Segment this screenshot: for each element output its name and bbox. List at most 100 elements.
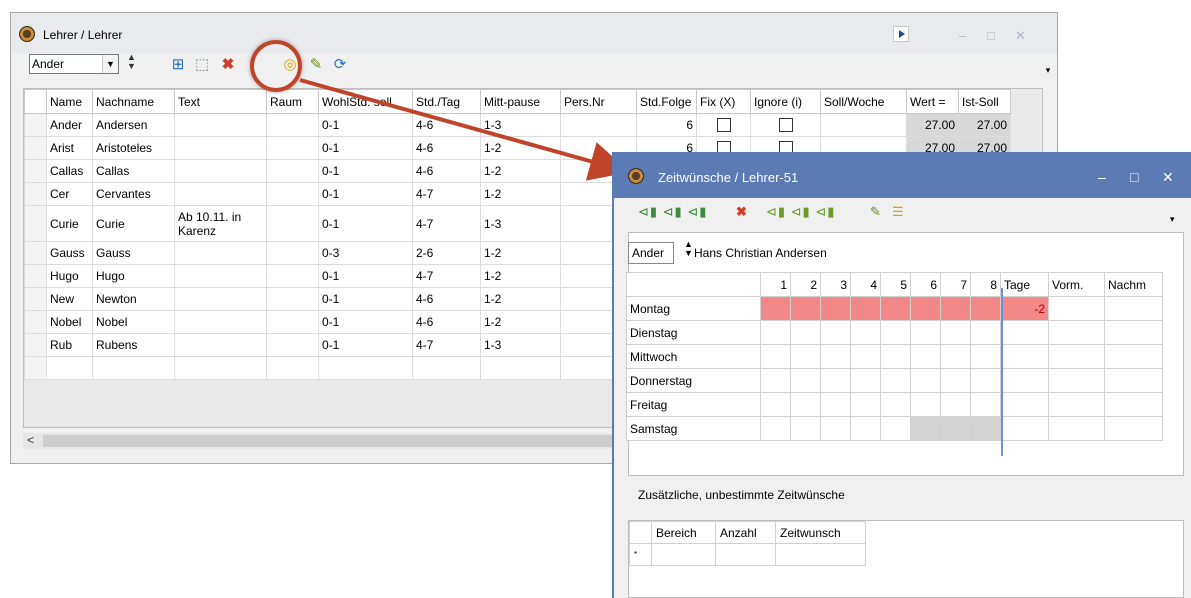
time-slot[interactable] — [760, 344, 791, 369]
day-row[interactable]: Freitag — [626, 392, 1163, 417]
tage-cell[interactable] — [1000, 392, 1049, 417]
vorm-cell[interactable] — [1048, 368, 1105, 393]
tage-cell[interactable] — [1000, 416, 1049, 441]
time-slot[interactable] — [880, 344, 911, 369]
nachm-cell[interactable] — [1104, 368, 1163, 393]
time-slot[interactable] — [760, 296, 791, 321]
time-slot[interactable] — [940, 392, 971, 417]
minimize-icon[interactable]: – — [1098, 169, 1106, 185]
time-slot[interactable] — [820, 296, 851, 321]
time-slot[interactable] — [850, 320, 881, 345]
vorm-cell[interactable] — [1048, 296, 1105, 321]
day-row[interactable]: Mittwoch — [626, 344, 1163, 369]
vorm-cell[interactable] — [1048, 392, 1105, 417]
time-slot[interactable] — [760, 368, 791, 393]
hour-header[interactable]: 1 — [760, 272, 791, 297]
time-slot[interactable] — [940, 344, 971, 369]
zeitwunsch-cell[interactable] — [775, 543, 866, 566]
time-slot[interactable] — [970, 392, 1001, 417]
list-icon[interactable]: ☰ — [892, 203, 905, 221]
col-zeitwunsch[interactable]: Zeitwunsch — [775, 521, 866, 544]
hour-header[interactable]: 2 — [790, 272, 821, 297]
tage-cell[interactable] — [1000, 368, 1049, 393]
time-slot[interactable] — [910, 416, 941, 441]
tage-cell[interactable]: -2 — [1000, 296, 1049, 321]
toolbar-overflow-icon[interactable]: ▾ — [1170, 210, 1176, 228]
day-row[interactable]: Donnerstag — [626, 368, 1163, 393]
hour-header[interactable]: 6 — [910, 272, 941, 297]
nachm-header[interactable]: Nachm — [1104, 272, 1163, 297]
time-slot[interactable] — [940, 320, 971, 345]
time-slot[interactable] — [880, 416, 911, 441]
time-slot[interactable] — [790, 320, 821, 345]
vorm-cell[interactable] — [1048, 416, 1105, 441]
close-icon[interactable]: ✕ — [1162, 169, 1174, 186]
time-slot[interactable] — [790, 392, 821, 417]
time-slot[interactable] — [970, 368, 1001, 393]
time-slot[interactable] — [760, 320, 791, 345]
bereich-cell[interactable] — [651, 543, 716, 566]
tage-header[interactable]: Tage — [1000, 272, 1049, 297]
col-bereich[interactable]: Bereich — [651, 521, 716, 544]
time-slot[interactable] — [940, 368, 971, 393]
hour-header[interactable]: 4 — [850, 272, 881, 297]
time-slot[interactable] — [970, 416, 1001, 441]
time-slot[interactable] — [850, 296, 881, 321]
time-slot[interactable] — [850, 344, 881, 369]
time-slot[interactable] — [940, 416, 971, 441]
teacher-selector[interactable]: Ander — [628, 242, 674, 264]
time-slot[interactable] — [910, 296, 941, 321]
time-slot[interactable] — [880, 320, 911, 345]
vorm-cell[interactable] — [1048, 344, 1105, 369]
tage-cell[interactable] — [1000, 344, 1049, 369]
time-slot[interactable] — [820, 320, 851, 345]
time-slot[interactable] — [970, 296, 1001, 321]
day-row[interactable]: Montag -2 — [626, 296, 1163, 321]
time-slot[interactable] — [910, 392, 941, 417]
vorm-cell[interactable] — [1048, 320, 1105, 345]
time-slot[interactable] — [790, 296, 821, 321]
tage-cell[interactable] — [1000, 320, 1049, 345]
time-slot[interactable] — [850, 416, 881, 441]
prev-group-icon[interactable]: ⊲▮ ⊲▮ ⊲▮ — [638, 203, 707, 221]
maximize-icon[interactable]: □ — [1130, 169, 1138, 185]
time-slot[interactable] — [910, 368, 941, 393]
nachm-cell[interactable] — [1104, 344, 1163, 369]
vorm-header[interactable]: Vorm. — [1048, 272, 1105, 297]
time-slot[interactable] — [970, 344, 1001, 369]
anzahl-cell[interactable] — [715, 543, 776, 566]
nachm-cell[interactable] — [1104, 320, 1163, 345]
hour-header[interactable]: 3 — [820, 272, 851, 297]
time-slot[interactable] — [970, 320, 1001, 345]
day-row[interactable]: Samstag — [626, 416, 1163, 441]
day-row[interactable]: Dienstag — [626, 320, 1163, 345]
time-slot[interactable] — [790, 368, 821, 393]
time-slot[interactable] — [790, 344, 821, 369]
edit-icon[interactable]: ✎ — [870, 203, 882, 221]
time-slot[interactable] — [850, 392, 881, 417]
time-slot[interactable] — [760, 416, 791, 441]
time-slot[interactable] — [880, 368, 911, 393]
delete-icon[interactable]: ✖ — [736, 203, 748, 221]
time-slot[interactable] — [820, 368, 851, 393]
time-slot[interactable] — [940, 296, 971, 321]
time-slot[interactable] — [820, 416, 851, 441]
nachm-cell[interactable] — [1104, 392, 1163, 417]
time-slot[interactable] — [820, 392, 851, 417]
time-slot[interactable] — [820, 344, 851, 369]
spinner-icon[interactable]: ▲ ▼ — [684, 240, 693, 258]
nachm-cell[interactable] — [1104, 296, 1163, 321]
time-slot[interactable] — [880, 296, 911, 321]
time-slot[interactable] — [910, 344, 941, 369]
time-slot[interactable] — [850, 368, 881, 393]
hour-header[interactable]: 8 — [970, 272, 1001, 297]
nachm-cell[interactable] — [1104, 416, 1163, 441]
time-slot[interactable] — [910, 320, 941, 345]
time-slot[interactable] — [880, 392, 911, 417]
time-slot[interactable] — [760, 392, 791, 417]
hour-header[interactable]: 5 — [880, 272, 911, 297]
next-group-icon[interactable]: ⊲▮ ⊲▮ ⊲▮ — [766, 203, 835, 221]
time-slot[interactable] — [790, 416, 821, 441]
col-anzahl[interactable]: Anzahl — [715, 521, 776, 544]
hour-header[interactable]: 7 — [940, 272, 971, 297]
